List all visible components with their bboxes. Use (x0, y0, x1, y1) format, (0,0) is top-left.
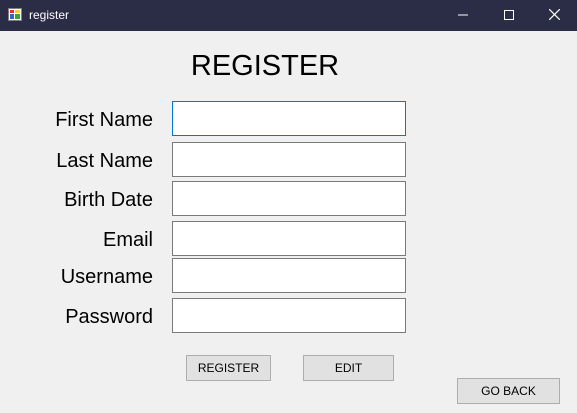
app-icon (8, 8, 22, 21)
password-label: Password (65, 306, 153, 328)
username-label: Username (60, 266, 153, 288)
edit-button[interactable]: EDIT (303, 355, 394, 381)
password-input[interactable] (172, 298, 406, 333)
birth-date-label: Birth Date (64, 189, 153, 211)
minimize-button[interactable] (440, 0, 486, 31)
minimize-icon (458, 7, 468, 25)
first-name-input[interactable] (172, 101, 406, 136)
close-button[interactable] (531, 0, 577, 31)
title-bar[interactable]: register (0, 0, 577, 31)
maximize-icon (504, 7, 514, 25)
register-button[interactable]: REGISTER (186, 355, 271, 381)
form-heading: REGISTER (190, 50, 340, 82)
window-title: register (29, 8, 70, 22)
maximize-button[interactable] (486, 0, 532, 31)
close-icon (548, 7, 560, 25)
go-back-button[interactable]: GO BACK (457, 378, 560, 404)
email-label: Email (102, 229, 153, 251)
birth-date-input[interactable] (172, 181, 406, 216)
last-name-input[interactable] (172, 142, 406, 177)
last-name-label: Last Name (56, 150, 153, 172)
first-name-label: First Name (55, 109, 153, 131)
register-window: register REGISTER First Name Last Name B… (0, 0, 577, 413)
username-input[interactable] (172, 258, 406, 293)
email-input[interactable] (172, 221, 406, 256)
